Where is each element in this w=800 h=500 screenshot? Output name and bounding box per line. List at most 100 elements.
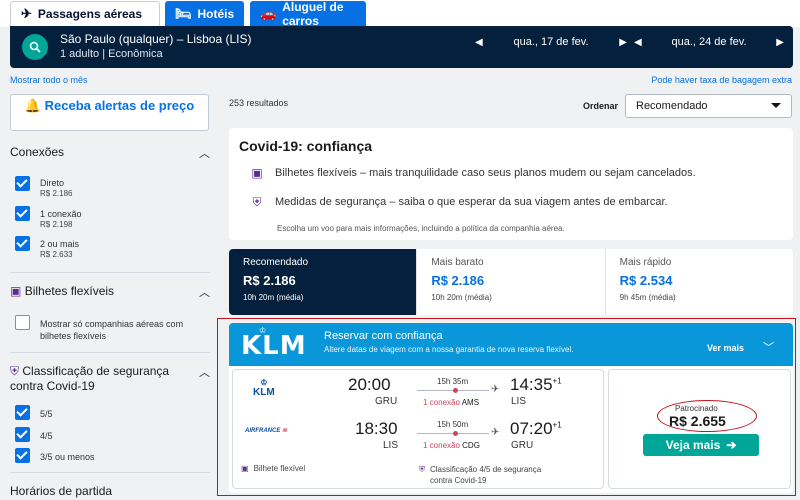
chevron-down-icon[interactable]: ﹀ [763, 339, 774, 355]
safety-5-label: 5/5 [40, 409, 53, 419]
inbound-stops: 1 conexão [423, 441, 460, 450]
filter-flexible-title-wrap: ▣ Bilhetes flexíveis [10, 284, 114, 300]
baggage-link[interactable]: Pode haver taxa de bagagem extra [651, 75, 792, 85]
sort-tab-price: R$ 2.186 [431, 273, 485, 288]
outbound-arr-offset: +1 [552, 376, 562, 386]
checkbox-safety-5[interactable] [15, 405, 30, 420]
divider [10, 352, 210, 353]
sponsored-subtitle: Altere datas de viagem com a nossa garan… [324, 345, 574, 354]
inbound-arr-offset: +1 [552, 420, 562, 430]
chevron-up-icon[interactable]: ︿ [199, 145, 210, 161]
search-summary-bar[interactable]: São Paulo (qualquer) – Lisboa (LIS) 1 ad… [10, 26, 793, 68]
itinerary-legs[interactable]: ♔ KLM 20:00 GRU 15h 35m ✈ 1 conexão AMS … [232, 369, 604, 489]
filter-departure-header[interactable]: Horários de partida [10, 484, 210, 498]
sort-select[interactable]: Recomendado [625, 94, 792, 118]
flexible-option-line1: Mostrar só companhias aéreas com [40, 319, 184, 329]
product-tabs: ✈ Passagens aéreas 🛏 Hotéis 🚗 Aluguel de… [0, 0, 800, 28]
outbound-dep-time: 20:00 [348, 375, 391, 394]
stop-dot [453, 388, 458, 393]
crown-icon: ♔ [260, 378, 268, 387]
filter-safety-title-wrap: ⛨ Classificação de segurança contra Covi… [10, 364, 169, 394]
option-one-stop-price: R$ 2.198 [40, 220, 73, 229]
covid-note: Escolha um voo para mais informações, in… [277, 224, 565, 233]
checkbox-safety-4[interactable] [15, 427, 30, 442]
checkbox-one-stop[interactable] [15, 206, 30, 221]
outbound-stop-line [417, 388, 489, 393]
flexible-ticket-icon: ▣ [251, 166, 263, 180]
footer-safety-line1: Classificação 4/5 de segurança [430, 465, 542, 474]
filter-connections-header[interactable]: Conexões ︿ [10, 145, 210, 161]
depart-date: qua., 17 de fev. [513, 36, 589, 48]
filter-safety-title-line2: contra Covid-19 [10, 379, 95, 393]
prev-date-icon[interactable]: ◀ [634, 37, 642, 48]
sponsored-price: R$ 2.655 [669, 413, 726, 429]
covid-safety-row[interactable]: ⛨ Medidas de segurança – saiba o que esp… [249, 195, 667, 209]
sponsored-label: Patrocinado [675, 404, 718, 413]
see-more-button-label: Veja mais [665, 438, 721, 452]
inbound-arr-time: 07:20 [510, 419, 553, 438]
sponsored-header: ♔ KLM Reservar com confiança Altere data… [229, 323, 793, 366]
bed-icon: 🛏 [175, 5, 192, 21]
see-more-link[interactable]: Ver mais [707, 343, 744, 353]
flexible-ticket-badge: ▣ Bilhete flexível [241, 464, 305, 473]
filter-departure-title: Horários de partida [10, 484, 113, 498]
outbound-airline: KLM [253, 387, 275, 398]
filter-flexible-header[interactable]: ▣ Bilhetes flexíveis ︿ [10, 284, 210, 300]
inbound-stop-code: CDG [462, 441, 480, 450]
option-two-plus-label: 2 ou mais [40, 239, 80, 249]
checkbox-direct[interactable] [15, 176, 30, 191]
chevron-up-icon[interactable]: ︿ [199, 284, 210, 300]
sort-tab-duration: 9h 45m (média) [619, 293, 676, 302]
outbound-dep-code: GRU [375, 396, 398, 407]
option-one-stop-label: 1 conexão [40, 209, 82, 219]
cabin-class: Econômica [108, 48, 163, 60]
covid-flexible-row[interactable]: ▣ Bilhetes flexíveis – mais tranquilidad… [249, 166, 695, 180]
search-button[interactable] [22, 34, 48, 60]
sort-select-value: Recomendado [636, 100, 708, 112]
sort-tab-label: Mais rápido [619, 257, 672, 268]
footer-safety-line2: contra Covid-19 [430, 476, 487, 485]
inbound-duration: 15h 50m [437, 420, 469, 429]
shield-icon: ⛨ [419, 465, 425, 474]
see-more-button[interactable]: Veja mais ➔ [643, 434, 759, 456]
next-date-icon[interactable]: ▶ [776, 37, 784, 48]
return-date-picker[interactable]: ◀ qua., 24 de fev. ▶ [634, 36, 784, 48]
sponsored-result-card[interactable]: ♔ KLM Reservar com confiança Altere data… [229, 323, 793, 493]
flexible-ticket-icon: ▣ [10, 284, 22, 298]
filter-safety-header[interactable]: ⛨ Classificação de segurança contra Covi… [10, 364, 210, 394]
sort-tab-fastest[interactable]: Mais rápido R$ 2.534 9h 45m (média) [604, 249, 793, 315]
covid-title: Covid-19: confiança [239, 138, 373, 154]
checkbox-flexible-only[interactable] [15, 315, 30, 330]
show-month-link[interactable]: Mostrar todo o mês [10, 75, 88, 85]
sort-tab-label: Recomendado [243, 257, 309, 268]
results-count: 253 resultados [229, 98, 289, 108]
tab-car-rental[interactable]: 🚗 Aluguel de carros [250, 0, 366, 28]
klm-logo: KLM [241, 331, 307, 361]
option-two-plus-price: R$ 2.633 [40, 250, 73, 259]
price-alert-button[interactable]: 🔔 Receba alertas de preço [10, 94, 209, 131]
sponsored-title: Reservar com confiança [324, 330, 443, 342]
sort-tab-duration: 10h 20m (média) [243, 293, 304, 302]
checkbox-safety-3-or-less[interactable] [15, 448, 30, 463]
tab-flights[interactable]: ✈ Passagens aéreas [10, 1, 160, 26]
sort-tab-cheapest[interactable]: Mais barato R$ 2.186 10h 20m (média) [416, 249, 604, 315]
shield-icon: ⛨ [10, 364, 20, 378]
chevron-up-icon[interactable]: ︿ [199, 364, 210, 394]
checkbox-two-plus-stops[interactable] [15, 236, 30, 251]
sort-tabs: Recomendado R$ 2.186 10h 20m (média) Mai… [229, 249, 793, 315]
safety-4-label: 4/5 [40, 431, 53, 441]
safety-3-label: 3/5 ou menos [40, 452, 95, 462]
flexible-ticket-icon: ▣ [241, 464, 249, 473]
filter-flexible-title: Bilhetes flexíveis [24, 284, 115, 298]
inbound-dep-time: 18:30 [355, 419, 398, 438]
tab-hotels[interactable]: 🛏 Hotéis [165, 1, 244, 26]
prev-date-icon[interactable]: ◀ [475, 37, 483, 48]
depart-date-picker[interactable]: ◀ qua., 17 de fev. ▶ [475, 36, 627, 48]
outbound-arr-time-wrap: 14:35+1 [510, 375, 562, 395]
klm-airline-logo: ♔ KLM [253, 378, 275, 398]
sort-tab-recommended[interactable]: Recomendado R$ 2.186 10h 20m (média) [229, 249, 417, 315]
tab-hotels-label: Hotéis [197, 6, 235, 21]
caret-down-icon [771, 103, 781, 108]
search-icon [29, 41, 41, 53]
next-date-icon[interactable]: ▶ [619, 37, 627, 48]
